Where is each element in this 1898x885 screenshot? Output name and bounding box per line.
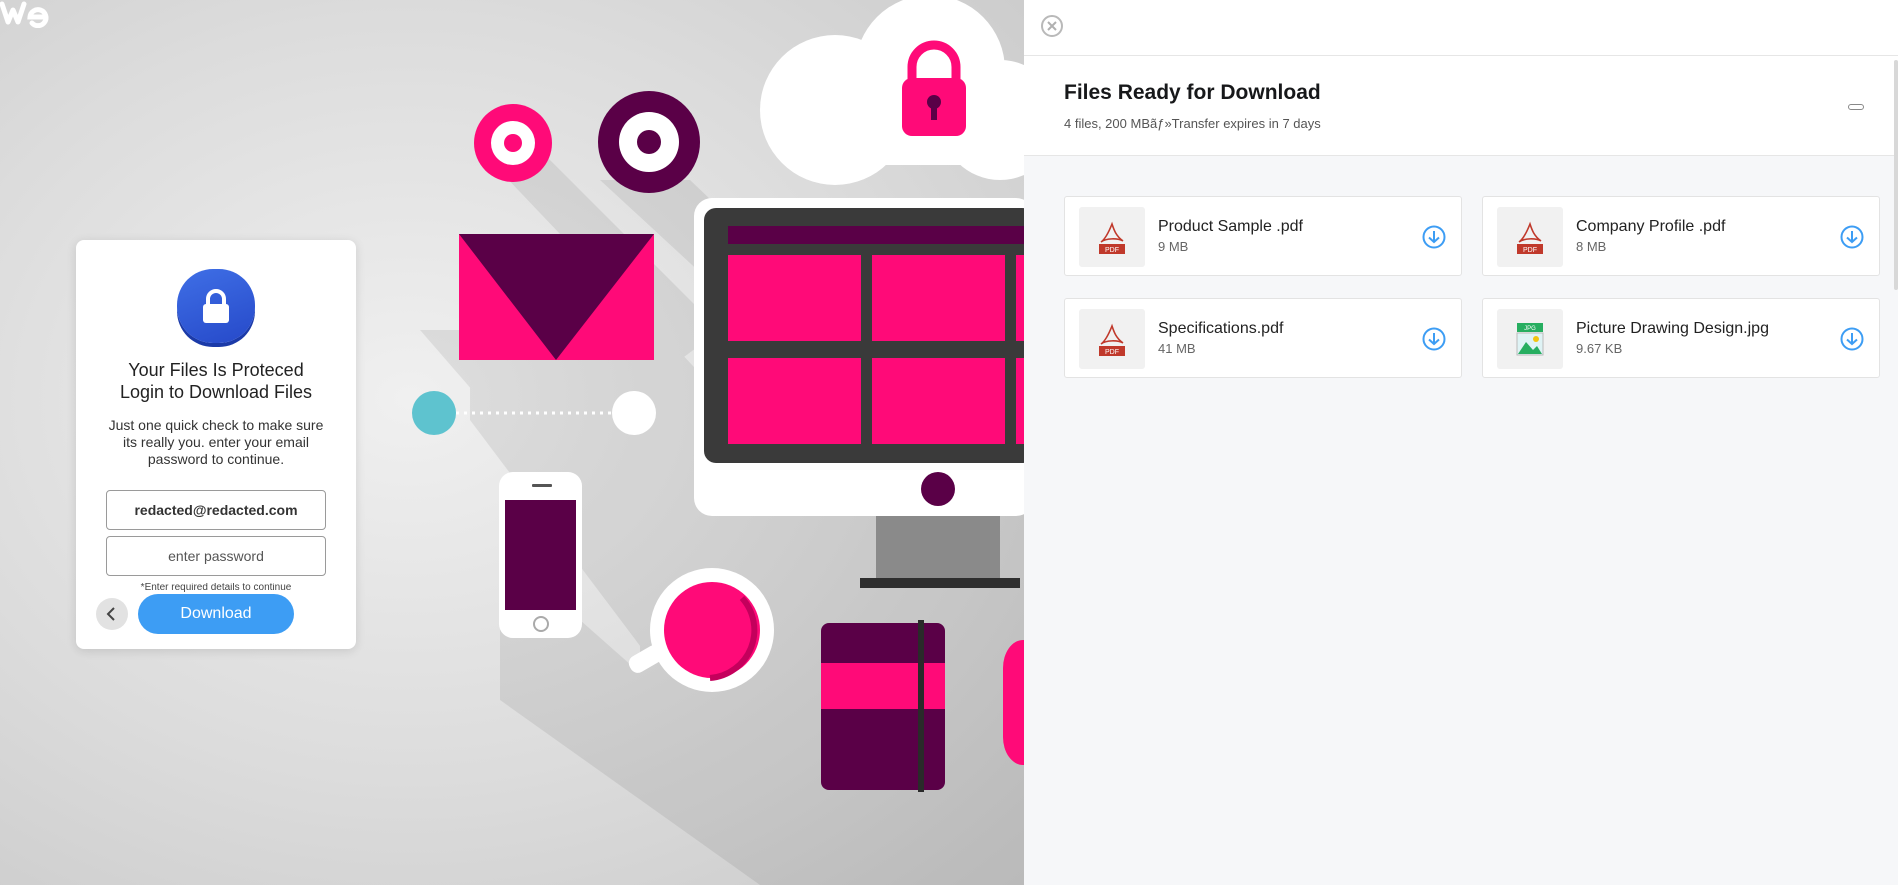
- pdf-file-icon: PDF: [1497, 207, 1563, 267]
- gear-small-icon: [474, 104, 552, 182]
- file-name: Product Sample .pdf: [1158, 218, 1303, 235]
- file-size: 8 MB: [1576, 239, 1607, 254]
- login-title-line2: Login to Download Files: [119, 382, 313, 402]
- lock-icon: [177, 269, 255, 343]
- file-card[interactable]: PDF Specifications.pdf 41 MB: [1064, 298, 1462, 378]
- back-button[interactable]: [96, 598, 128, 630]
- chevron-left-icon: [106, 607, 115, 621]
- gear-large-icon: [598, 91, 700, 193]
- download-icon: [1422, 327, 1446, 351]
- panel-header: Files Ready for Download 4 files, 200 MB…: [1024, 56, 1898, 156]
- download-icon: [1840, 327, 1864, 351]
- download-file-button[interactable]: [1840, 225, 1864, 249]
- login-card: Your Files Is Proteced Login to Download…: [76, 240, 356, 649]
- file-name: Picture Drawing Design.jpg: [1576, 320, 1769, 337]
- file-card[interactable]: PDF Product Sample .pdf 9 MB: [1064, 196, 1462, 276]
- file-card[interactable]: PDF Company Profile .pdf 8 MB: [1482, 196, 1880, 276]
- file-type-label: PDF: [1523, 247, 1537, 254]
- login-title: Your Files Is Proteced Login to Download…: [76, 359, 356, 403]
- file-name: Company Profile .pdf: [1576, 218, 1726, 235]
- required-note: *Enter required details to continue: [140, 583, 292, 593]
- scrollbar[interactable]: [1894, 60, 1898, 290]
- download-file-button[interactable]: [1422, 225, 1446, 249]
- file-type-label: PDF: [1105, 349, 1119, 356]
- login-subtitle: Just one quick check to make sure its re…: [108, 417, 324, 467]
- email-field[interactable]: [106, 490, 326, 530]
- login-actions: Download: [96, 594, 336, 634]
- notebook-icon: [821, 620, 945, 792]
- pdf-file-icon: PDF: [1079, 309, 1145, 369]
- background-illustration: Your Files Is Proteced Login to Download…: [0, 0, 1024, 885]
- password-field[interactable]: [106, 536, 326, 576]
- panel-title: Files Ready for Download: [1064, 81, 1321, 104]
- download-file-button[interactable]: [1840, 327, 1864, 351]
- panel-topbar: [1024, 0, 1898, 56]
- download-button[interactable]: Download: [138, 594, 294, 634]
- close-icon: [1047, 21, 1057, 31]
- download-file-button[interactable]: [1422, 327, 1446, 351]
- download-icon: [1840, 225, 1864, 249]
- image-file-icon: JPG: [1497, 309, 1563, 369]
- file-type-label: PDF: [1105, 247, 1119, 254]
- envelope-icon: [459, 234, 654, 360]
- download-icon: [1422, 225, 1446, 249]
- file-size: 9 MB: [1158, 239, 1189, 254]
- phone-icon: [499, 472, 582, 638]
- close-button[interactable]: [1041, 15, 1063, 37]
- pdf-file-icon: PDF: [1079, 207, 1145, 267]
- wetransfer-logo-icon[interactable]: [0, 0, 50, 28]
- file-card[interactable]: JPG Picture Drawing Design.jpg 9.67 KB: [1482, 298, 1880, 378]
- files-panel: Files Ready for Download 4 files, 200 MB…: [1024, 0, 1898, 885]
- file-size: 9.67 KB: [1576, 341, 1623, 356]
- login-title-line1: Your Files Is Proteced: [128, 360, 304, 380]
- minimize-button[interactable]: [1848, 104, 1864, 110]
- file-name: Specifications.pdf: [1158, 320, 1284, 337]
- file-type-label: JPG: [1524, 326, 1536, 332]
- file-size: 41 MB: [1158, 341, 1196, 356]
- transfer-meta: 4 files, 200 MBãƒ»Transfer expires in 7 …: [1064, 116, 1321, 131]
